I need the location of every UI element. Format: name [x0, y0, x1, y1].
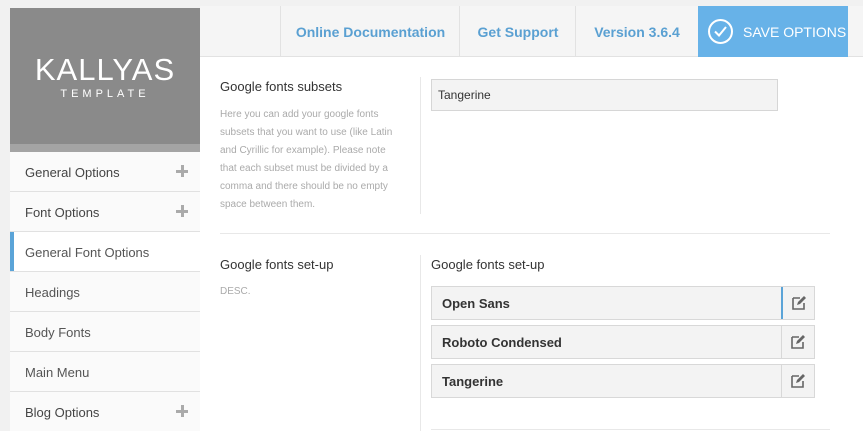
desc-line: subsets that you want to use (like Latin	[220, 127, 393, 138]
edit-icon[interactable]	[781, 326, 814, 358]
sidebar-item-label: Font Options	[25, 205, 100, 220]
save-options-label: SAVE OPTIONS	[743, 23, 847, 40]
sidebar-item-headings[interactable]: Headings	[10, 272, 200, 312]
logo-strip	[10, 144, 200, 152]
logo[interactable]: KALLYAS TEMPLATE	[10, 8, 200, 152]
sidebar-item-body-fonts[interactable]: Body Fonts	[10, 312, 200, 352]
edit-icon[interactable]	[781, 365, 814, 397]
save-options-button[interactable]: SAVE OPTIONS	[698, 6, 848, 57]
font-item-roboto-condensed[interactable]: Roboto Condensed	[431, 325, 815, 359]
setup-section-label: Google fonts set-up	[431, 257, 545, 272]
sidebar-item-label: General Font Options	[25, 245, 150, 260]
get-support-link[interactable]: Get Support	[459, 6, 576, 57]
sidebar-item-label: Body Fonts	[25, 325, 91, 340]
setup-description: DESC.	[220, 286, 251, 297]
divider	[431, 429, 830, 430]
divider	[420, 77, 421, 214]
options-content: Google fonts subsets Here you can add yo…	[200, 57, 863, 431]
check-circle-icon	[708, 19, 733, 44]
sidebar-item-general-font-options[interactable]: General Font Options	[10, 232, 200, 272]
subsets-description: Here you can add your google fonts subse…	[220, 106, 392, 214]
sidebar-item-label: General Options	[25, 165, 120, 180]
font-item-tangerine[interactable]: Tangerine	[431, 364, 815, 398]
divider	[220, 233, 830, 234]
desc-line: and Cyrillic for example). Please note	[220, 145, 386, 156]
sidebar: KALLYAS TEMPLATE General Options Font Op…	[10, 8, 200, 431]
logo-title: KALLYAS	[34, 52, 176, 87]
online-documentation-link[interactable]: Online Documentation	[280, 6, 460, 57]
top-toolbar: Online Documentation Get Support Version…	[200, 6, 863, 57]
sidebar-item-label: Main Menu	[25, 365, 90, 380]
font-item-open-sans[interactable]: Open Sans	[431, 286, 815, 320]
sidebar-item-general-options[interactable]: General Options	[10, 152, 200, 192]
plus-icon[interactable]	[176, 405, 188, 417]
desc-line: space between them.	[220, 199, 316, 210]
font-name: Open Sans	[442, 296, 510, 311]
sidebar-item-main-menu[interactable]: Main Menu	[10, 352, 200, 392]
sidebar-item-font-options[interactable]: Font Options	[10, 192, 200, 232]
logo-subtitle: TEMPLATE	[60, 88, 150, 100]
font-name: Tangerine	[442, 374, 504, 389]
divider	[420, 255, 421, 431]
subsets-input[interactable]	[431, 79, 778, 111]
desc-line: comma and there should be no empty	[220, 181, 388, 192]
sidebar-item-blog-options[interactable]: Blog Options	[10, 392, 200, 431]
subsets-title: Google fonts subsets	[220, 79, 343, 94]
setup-title: Google fonts set-up	[220, 257, 334, 272]
plus-icon[interactable]	[176, 205, 188, 217]
plus-icon[interactable]	[176, 165, 188, 177]
version-link[interactable]: Version 3.6.4	[575, 6, 698, 57]
font-name: Roboto Condensed	[442, 335, 562, 350]
edit-icon[interactable]	[781, 287, 814, 319]
desc-line: that each subset must be divided by a	[220, 163, 388, 174]
desc-line: Here you can add your google fonts	[220, 109, 379, 120]
sidebar-item-label: Headings	[25, 285, 80, 300]
sidebar-item-label: Blog Options	[25, 405, 100, 420]
sidebar-nav: General Options Font Options General Fon…	[10, 152, 200, 431]
